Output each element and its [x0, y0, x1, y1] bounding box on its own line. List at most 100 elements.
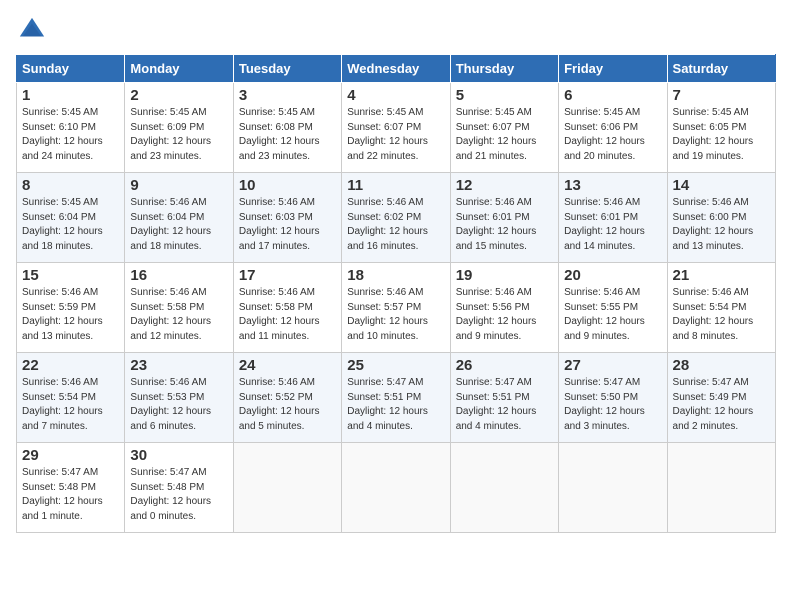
calendar-week-3: 22 Sunrise: 5:46 AMSunset: 5:54 PMDayligh…: [17, 353, 776, 443]
empty-cell: [559, 443, 667, 533]
day-info: Sunrise: 5:46 AMSunset: 5:54 PMDaylight:…: [673, 286, 770, 344]
day-cell-24: 24 Sunrise: 5:46 AMSunset: 5:52 PMDayligh…: [233, 353, 341, 443]
day-info: Sunrise: 5:46 AMSunset: 5:58 PMDaylight:…: [130, 286, 227, 344]
day-number: 5: [456, 87, 553, 104]
day-number: 2: [130, 87, 227, 104]
day-info: Sunrise: 5:46 AMSunset: 5:58 PMDaylight:…: [239, 286, 336, 344]
day-info: Sunrise: 5:46 AMSunset: 5:59 PMDaylight:…: [22, 286, 119, 344]
day-number: 15: [22, 267, 119, 284]
empty-cell: [667, 443, 775, 533]
empty-cell: [342, 443, 450, 533]
day-number: 9: [130, 177, 227, 194]
day-number: 21: [673, 267, 770, 284]
day-number: 25: [347, 357, 444, 374]
day-number: 13: [564, 177, 661, 194]
weekday-saturday: Saturday: [667, 55, 775, 83]
day-cell-30: 30Sunrise: 5:47 AMSunset: 5:48 PMDayligh…: [125, 443, 233, 533]
logo-icon: [18, 16, 46, 44]
weekday-monday: Monday: [125, 55, 233, 83]
day-cell-29: 29 Sunrise: 5:47 AMSunset: 5:48 PMDayligh…: [17, 443, 125, 533]
day-cell-7: 7 Sunrise: 5:45 AMSunset: 6:05 PMDaylight…: [667, 83, 775, 173]
day-cell-26: 26 Sunrise: 5:47 AMSunset: 5:51 PMDayligh…: [450, 353, 558, 443]
day-number: 3: [239, 87, 336, 104]
day-number: 17: [239, 267, 336, 284]
weekday-header-row: SundayMondayTuesdayWednesdayThursdayFrid…: [17, 55, 776, 83]
day-cell-2: 2 Sunrise: 5:45 AMSunset: 6:09 PMDaylight…: [125, 83, 233, 173]
day-number: 7: [673, 87, 770, 104]
day-info: Sunrise: 5:47 AMSunset: 5:50 PMDaylight:…: [564, 376, 661, 434]
day-info: Sunrise: 5:45 AMSunset: 6:05 PMDaylight:…: [673, 106, 770, 164]
day-info: Sunrise: 5:47 AMSunset: 5:51 PMDaylight:…: [456, 376, 553, 434]
day-cell-19: 19 Sunrise: 5:46 AMSunset: 5:56 PMDayligh…: [450, 263, 558, 353]
calendar-week-2: 15 Sunrise: 5:46 AMSunset: 5:59 PMDayligh…: [17, 263, 776, 353]
day-number: 6: [564, 87, 661, 104]
weekday-wednesday: Wednesday: [342, 55, 450, 83]
day-info: Sunrise: 5:45 AMSunset: 6:04 PMDaylight:…: [22, 196, 119, 254]
day-number: 10: [239, 177, 336, 194]
day-info: Sunrise: 5:45 AMSunset: 6:06 PMDaylight:…: [564, 106, 661, 164]
empty-cell: [233, 443, 341, 533]
day-info: Sunrise: 5:46 AMSunset: 6:00 PMDaylight:…: [673, 196, 770, 254]
day-info: Sunrise: 5:46 AMSunset: 5:56 PMDaylight:…: [456, 286, 553, 344]
day-number: 24: [239, 357, 336, 374]
day-info: Sunrise: 5:45 AMSunset: 6:10 PMDaylight:…: [22, 106, 119, 164]
day-number: 8: [22, 177, 119, 194]
day-number: 16: [130, 267, 227, 284]
calendar-table: SundayMondayTuesdayWednesdayThursdayFrid…: [16, 54, 776, 533]
day-info: Sunrise: 5:46 AMSunset: 6:01 PMDaylight:…: [456, 196, 553, 254]
day-cell-1: 1 Sunrise: 5:45 AMSunset: 6:10 PMDaylight…: [17, 83, 125, 173]
calendar-week-0: 1 Sunrise: 5:45 AMSunset: 6:10 PMDaylight…: [17, 83, 776, 173]
calendar-week-1: 8 Sunrise: 5:45 AMSunset: 6:04 PMDaylight…: [17, 173, 776, 263]
day-info: Sunrise: 5:46 AMSunset: 6:02 PMDaylight:…: [347, 196, 444, 254]
day-cell-28: 28 Sunrise: 5:47 AMSunset: 5:49 PMDayligh…: [667, 353, 775, 443]
day-number: 1: [22, 87, 119, 104]
day-cell-8: 8 Sunrise: 5:45 AMSunset: 6:04 PMDaylight…: [17, 173, 125, 263]
day-number: 19: [456, 267, 553, 284]
day-info: Sunrise: 5:45 AMSunset: 6:07 PMDaylight:…: [456, 106, 553, 164]
day-number: 23: [130, 357, 227, 374]
day-info: Sunrise: 5:47 AMSunset: 5:49 PMDaylight:…: [673, 376, 770, 434]
day-number: 30: [130, 447, 227, 464]
day-cell-23: 23 Sunrise: 5:46 AMSunset: 5:53 PMDayligh…: [125, 353, 233, 443]
calendar-body: 1 Sunrise: 5:45 AMSunset: 6:10 PMDaylight…: [17, 83, 776, 533]
day-info: Sunrise: 5:46 AMSunset: 5:52 PMDaylight:…: [239, 376, 336, 434]
day-number: 28: [673, 357, 770, 374]
day-info: Sunrise: 5:45 AMSunset: 6:09 PMDaylight:…: [130, 106, 227, 164]
day-cell-17: 17 Sunrise: 5:46 AMSunset: 5:58 PMDayligh…: [233, 263, 341, 353]
day-cell-18: 18Sunrise: 5:46 AMSunset: 5:57 PMDayligh…: [342, 263, 450, 353]
day-info: Sunrise: 5:46 AMSunset: 5:54 PMDaylight:…: [22, 376, 119, 434]
day-number: 11: [347, 177, 444, 194]
day-number: 12: [456, 177, 553, 194]
day-number: 20: [564, 267, 661, 284]
day-info: Sunrise: 5:45 AMSunset: 6:07 PMDaylight:…: [347, 106, 444, 164]
day-number: 22: [22, 357, 119, 374]
weekday-friday: Friday: [559, 55, 667, 83]
day-cell-14: 14Sunrise: 5:46 AMSunset: 6:00 PMDayligh…: [667, 173, 775, 263]
day-cell-27: 27Sunrise: 5:47 AMSunset: 5:50 PMDayligh…: [559, 353, 667, 443]
day-cell-9: 9Sunrise: 5:46 AMSunset: 6:04 PMDaylight…: [125, 173, 233, 263]
day-info: Sunrise: 5:46 AMSunset: 5:57 PMDaylight:…: [347, 286, 444, 344]
day-info: Sunrise: 5:46 AMSunset: 6:01 PMDaylight:…: [564, 196, 661, 254]
day-cell-4: 4 Sunrise: 5:45 AMSunset: 6:07 PMDaylight…: [342, 83, 450, 173]
day-cell-11: 11 Sunrise: 5:46 AMSunset: 6:02 PMDayligh…: [342, 173, 450, 263]
day-cell-6: 6 Sunrise: 5:45 AMSunset: 6:06 PMDaylight…: [559, 83, 667, 173]
day-number: 4: [347, 87, 444, 104]
weekday-sunday: Sunday: [17, 55, 125, 83]
day-info: Sunrise: 5:47 AMSunset: 5:48 PMDaylight:…: [22, 466, 119, 524]
calendar-week-4: 29 Sunrise: 5:47 AMSunset: 5:48 PMDayligh…: [17, 443, 776, 533]
day-cell-22: 22 Sunrise: 5:46 AMSunset: 5:54 PMDayligh…: [17, 353, 125, 443]
day-number: 26: [456, 357, 553, 374]
day-cell-3: 3 Sunrise: 5:45 AMSunset: 6:08 PMDaylight…: [233, 83, 341, 173]
day-info: Sunrise: 5:46 AMSunset: 6:03 PMDaylight:…: [239, 196, 336, 254]
day-cell-20: 20 Sunrise: 5:46 AMSunset: 5:55 PMDayligh…: [559, 263, 667, 353]
page-header: [16, 16, 776, 44]
day-info: Sunrise: 5:46 AMSunset: 5:55 PMDaylight:…: [564, 286, 661, 344]
day-cell-12: 12 Sunrise: 5:46 AMSunset: 6:01 PMDayligh…: [450, 173, 558, 263]
day-number: 29: [22, 447, 119, 464]
day-info: Sunrise: 5:45 AMSunset: 6:08 PMDaylight:…: [239, 106, 336, 164]
logo: [16, 16, 46, 44]
weekday-thursday: Thursday: [450, 55, 558, 83]
day-cell-21: 21 Sunrise: 5:46 AMSunset: 5:54 PMDayligh…: [667, 263, 775, 353]
empty-cell: [450, 443, 558, 533]
day-info: Sunrise: 5:46 AMSunset: 5:53 PMDaylight:…: [130, 376, 227, 434]
